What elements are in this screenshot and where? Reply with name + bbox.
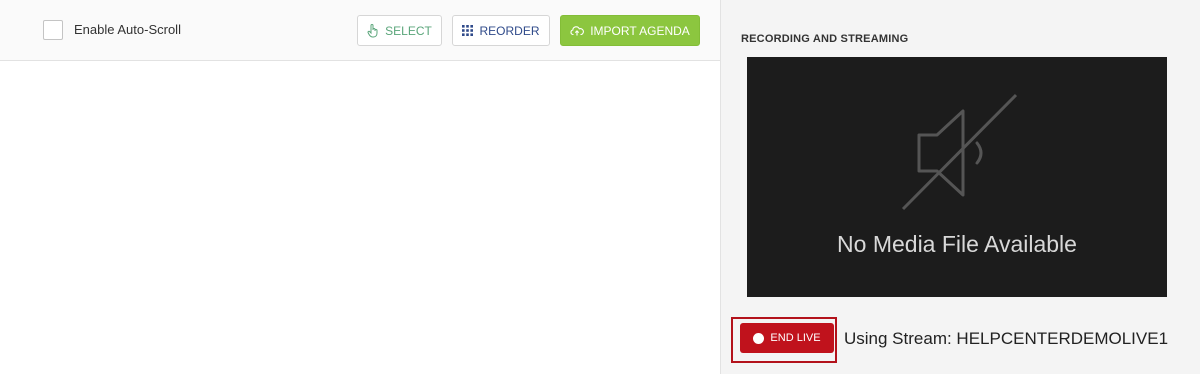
muted-speaker-icon xyxy=(901,93,1021,218)
agenda-toolbar: Enable Auto-Scroll SELECT REORDER IMPORT… xyxy=(0,0,720,61)
reorder-button-label: REORDER xyxy=(479,23,540,38)
end-live-button[interactable]: END LIVE xyxy=(740,323,834,353)
media-player: No Media File Available xyxy=(747,57,1167,297)
stream-info: Using Stream: HELPCENTERDEMOLIVE1 xyxy=(844,329,1169,348)
hand-pointer-icon xyxy=(367,23,379,38)
auto-scroll-checkbox[interactable] xyxy=(43,20,63,40)
recording-panel: RECORDING AND STREAMING No Media File Av… xyxy=(720,0,1200,374)
reorder-button[interactable]: REORDER xyxy=(452,15,550,46)
cloud-upload-icon xyxy=(570,25,585,36)
select-button[interactable]: SELECT xyxy=(357,15,442,46)
import-agenda-button-label: IMPORT AGENDA xyxy=(590,23,690,38)
page: Enable Auto-Scroll SELECT REORDER IMPORT… xyxy=(0,0,1200,374)
grid-dots-icon xyxy=(462,25,474,36)
recording-section-title: RECORDING AND STREAMING xyxy=(741,33,909,45)
auto-scroll-label[interactable]: Enable Auto-Scroll xyxy=(74,22,181,37)
end-live-button-label: END LIVE xyxy=(770,332,821,344)
record-dot-icon xyxy=(753,332,765,344)
agenda-pane: Enable Auto-Scroll SELECT REORDER IMPORT… xyxy=(0,0,720,374)
no-media-text: No Media File Available xyxy=(837,231,1077,257)
import-agenda-button[interactable]: IMPORT AGENDA xyxy=(560,15,700,46)
select-button-label: SELECT xyxy=(385,23,432,38)
